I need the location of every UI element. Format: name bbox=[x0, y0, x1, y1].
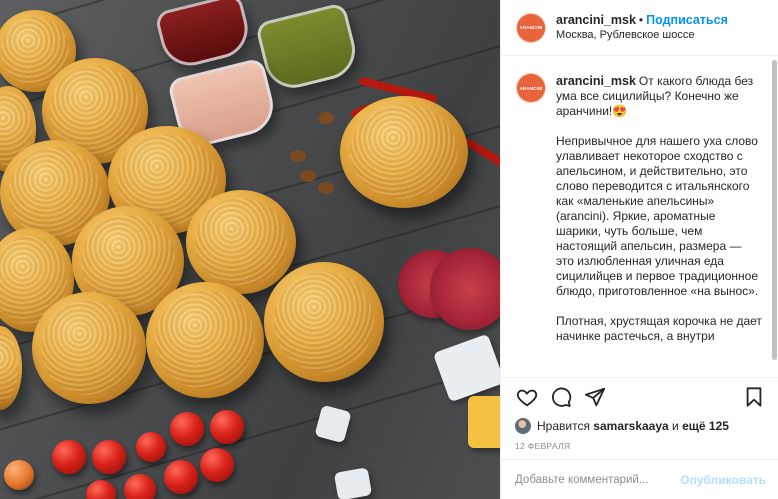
post-caption: arancini_msk От какого блюда без ума все … bbox=[556, 74, 762, 377]
post-side-panel: ARANCINI arancini_msk • Подписаться Москва… bbox=[500, 0, 778, 499]
separator-dot: • bbox=[638, 13, 644, 27]
post-photo[interactable] bbox=[0, 0, 500, 499]
instagram-post: ARANCINI arancini_msk • Подписаться Москва… bbox=[0, 0, 778, 499]
comments-area[interactable]: ARANCINI arancini_msk От какого блюда без… bbox=[501, 56, 778, 377]
publish-button[interactable]: Опубликовать bbox=[680, 473, 766, 487]
caption-scrollbar[interactable] bbox=[772, 60, 777, 360]
post-date[interactable]: 12 ФЕВРАЛЯ bbox=[501, 437, 778, 459]
likes-line: Нравится samarskaaya и ещё 125 bbox=[501, 415, 778, 437]
bookmark-icon[interactable] bbox=[742, 385, 766, 409]
caption-username[interactable]: arancini_msk bbox=[556, 74, 636, 88]
post-header: ARANCINI arancini_msk • Подписаться Москва… bbox=[501, 0, 778, 56]
account-username[interactable]: arancini_msk bbox=[556, 13, 636, 27]
comment-input[interactable] bbox=[515, 473, 681, 486]
speech-bubble-icon[interactable] bbox=[549, 385, 573, 409]
comment-bar: Опубликовать bbox=[501, 459, 778, 499]
likes-middle: и bbox=[672, 419, 679, 433]
account-avatar[interactable]: ARANCINI bbox=[517, 13, 545, 42]
liker-avatar[interactable] bbox=[515, 418, 531, 434]
likes-others[interactable]: ещё 125 bbox=[682, 419, 729, 433]
follow-button[interactable]: Подписаться bbox=[646, 13, 728, 27]
caption-avatar[interactable]: ARANCINI bbox=[517, 74, 545, 102]
post-location[interactable]: Москва, Рублевское шоссе bbox=[556, 28, 728, 43]
caption-paragraph: Непривычное для нашего уха слово улавлив… bbox=[556, 134, 759, 298]
paper-plane-icon[interactable] bbox=[583, 385, 607, 409]
action-bar bbox=[501, 377, 778, 415]
heart-icon[interactable] bbox=[515, 385, 539, 409]
caption-paragraph: Плотная, хрустящая корочка не дает начин… bbox=[556, 314, 762, 343]
likes-prefix: Нравится bbox=[537, 419, 590, 433]
liker-username[interactable]: samarskaaya bbox=[593, 419, 668, 433]
